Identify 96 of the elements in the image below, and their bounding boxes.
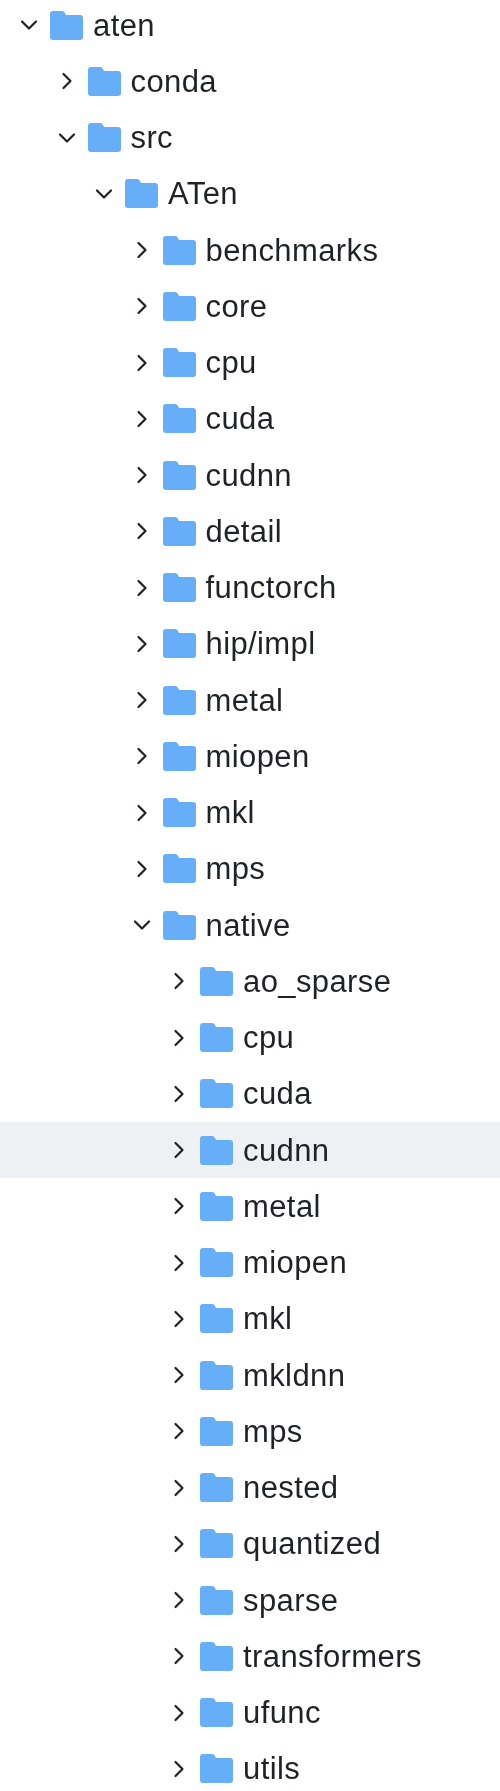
folder-name: nested [243,1472,339,1504]
tree-item[interactable]: cpu [0,334,500,391]
folder-icon [200,1248,233,1278]
folder-icon [200,1191,233,1221]
tree-item[interactable]: conda [0,53,500,110]
folder-icon [162,404,196,434]
folder-icon [162,348,196,378]
folder-icon [200,966,233,996]
folder-icon [162,460,196,490]
folder-icon [200,1135,233,1165]
folder-icon [200,1079,233,1109]
tree-item[interactable]: ao_sparse [0,953,500,1010]
folder-name: miopen [205,740,310,772]
tree-item[interactable]: native [0,897,500,954]
folder-name: hip/impl [205,628,316,660]
folder-icon [162,910,196,940]
folder-icon [162,573,196,603]
folder-name: ATen [168,178,238,210]
folder-name: mkldnn [243,1359,346,1391]
folder-icon [87,123,121,153]
folder-icon [162,516,196,546]
folder-name: miopen [243,1247,348,1279]
folder-name: aten [93,9,155,41]
folder-name: ao_sparse [243,965,392,997]
tree-item[interactable]: core [0,278,500,335]
tree-item[interactable]: mps [0,1403,500,1460]
tree-item[interactable]: detail [0,503,500,560]
folder-icon [162,798,196,828]
tree-item[interactable]: miopen [0,728,500,785]
folder-icon [162,629,196,659]
tree-item[interactable]: aten [0,0,500,54]
tree-item[interactable]: quantized [0,1515,500,1572]
folder-icon [50,10,83,40]
folder-name: benchmarks [205,234,379,266]
folder-name: detail [205,515,282,547]
folder-name: transformers [243,1640,422,1672]
folder-name: core [205,290,268,322]
tree-item[interactable]: cudnn [0,1122,500,1179]
folder-name: cpu [243,1022,295,1054]
tree-item[interactable]: cpu [0,1009,500,1066]
folder-name: ufunc [243,1697,321,1729]
folder-icon [162,291,196,321]
tree-item[interactable]: mps [0,840,500,897]
folder-icon [200,1473,233,1503]
folder-icon [125,179,158,209]
folder-name: metal [205,684,284,716]
folder-icon [162,854,196,884]
tree-item[interactable]: miopen [0,1234,500,1291]
folder-icon [200,1698,233,1728]
tree-item[interactable]: sparse [0,1572,500,1629]
folder-icon [200,1529,233,1559]
tree-item[interactable]: cuda [0,1065,500,1122]
folder-icon [162,235,196,265]
folder-name: cudnn [205,459,292,491]
tree-item[interactable]: src [0,109,500,166]
tree-item[interactable]: mkl [0,784,500,841]
tree-item[interactable]: utils [0,1740,500,1791]
folder-name: mps [243,1415,303,1447]
folder-icon [200,1360,233,1390]
folder-name: mps [205,853,266,885]
tree-item[interactable]: cudnn [0,447,500,504]
folder-icon [162,685,196,715]
tree-item[interactable]: mkl [0,1290,500,1347]
folder-name: sparse [243,1584,339,1616]
folder-icon [200,1754,233,1784]
folder-icon [200,1641,233,1671]
folder-icon [200,1416,233,1446]
tree-item[interactable]: mkldnn [0,1347,500,1404]
folder-icon [200,1023,233,1053]
tree-item[interactable]: nested [0,1459,500,1516]
folder-name: conda [130,65,217,97]
tree-item[interactable]: ufunc [0,1684,500,1741]
folder-icon [87,66,121,96]
folder-name: mkl [205,797,255,829]
tree-item[interactable]: cuda [0,390,500,447]
folder-name: quantized [243,1528,382,1560]
tree-item[interactable]: transformers [0,1628,500,1685]
folder-icon [162,741,196,771]
folder-name: metal [243,1190,321,1222]
folder-name: utils [243,1753,301,1785]
folder-name: cpu [205,347,257,379]
folder-name: functorch [205,572,337,604]
tree-item[interactable]: metal [0,672,500,729]
folder-name: src [130,122,174,154]
folder-name: native [205,909,291,941]
folder-name: mkl [243,1303,293,1335]
folder-icon [200,1304,233,1334]
tree-item[interactable]: benchmarks [0,222,500,279]
folder-name: cuda [205,403,275,435]
folder-icon [200,1585,233,1615]
tree-item[interactable]: functorch [0,559,500,616]
folder-name: cuda [243,1078,312,1110]
tree-item[interactable]: ATen [0,165,500,222]
folder-name: cudnn [243,1134,330,1166]
tree-item[interactable]: metal [0,1178,500,1235]
tree-item[interactable]: hip/impl [0,615,500,672]
